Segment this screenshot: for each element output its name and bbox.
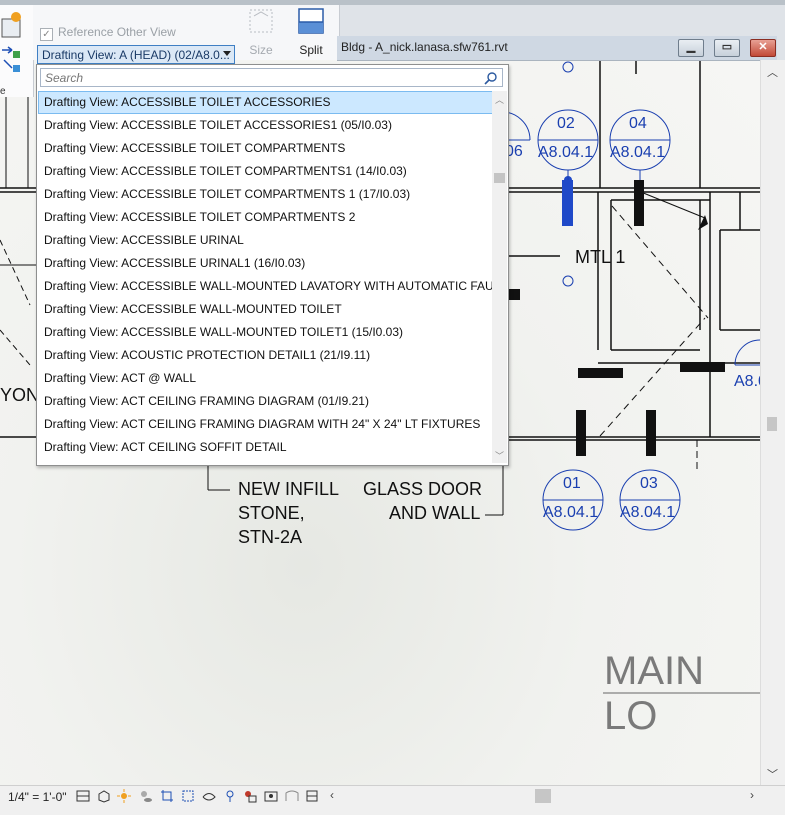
size-icon <box>249 9 273 33</box>
canvas-vertical-scrollbar[interactable]: ︿ ﹀ <box>760 60 785 785</box>
tag-sheet: A8.04.1 <box>620 504 676 521</box>
reference-other-view-label: Reference Other View <box>58 25 176 39</box>
show-crop-region-icon[interactable] <box>181 789 195 803</box>
split-icon <box>298 8 324 34</box>
note-glass-door-line2: AND WALL <box>389 503 481 523</box>
list-item[interactable]: Drafting View: ACCESSIBLE TOILET COMPART… <box>38 137 494 160</box>
view-control-bar: 1/4" = 1'-0" ‹ › <box>0 785 785 815</box>
detail-level-icon[interactable] <box>76 789 90 803</box>
shadows-icon[interactable] <box>139 789 153 803</box>
document-title: Bldg - A_nick.lanasa.sfw761.rvt <box>341 40 508 54</box>
visual-style-icon[interactable] <box>97 789 111 803</box>
list-item[interactable]: Drafting View: ACCESSIBLE URINAL1 (16/I0… <box>38 252 494 275</box>
sun-path-icon[interactable] <box>117 789 131 803</box>
split-button[interactable]: Split <box>288 8 334 58</box>
horizontal-scrollbar-thumb[interactable] <box>535 789 551 803</box>
modify-tools-icon[interactable]: e <box>0 5 33 97</box>
restore-icon: ▭ <box>721 41 733 53</box>
close-button[interactable]: ✕ <box>750 39 776 57</box>
list-item[interactable]: Drafting View: ACT CEILING FRAMING DIAGR… <box>38 390 494 413</box>
canvas-horizontal-scrollbar[interactable]: ‹ › <box>330 788 775 805</box>
note-new-infill-line2: STONE, <box>238 503 305 523</box>
view-list: Drafting View: ACCESSIBLE TOILET ACCESSO… <box>38 91 494 461</box>
split-label: Split <box>299 43 323 57</box>
worksharing-icon[interactable] <box>243 789 257 803</box>
tag-number: 02 <box>557 115 575 132</box>
minimize-icon: ▁ <box>686 41 696 53</box>
temporary-hide-icon[interactable] <box>202 789 216 803</box>
minimize-button[interactable]: ▁ <box>678 39 704 57</box>
list-item[interactable]: Drafting View: ACCESSIBLE URINAL <box>38 229 494 252</box>
close-icon: ✕ <box>758 41 768 53</box>
chevron-down-icon[interactable] <box>223 51 231 56</box>
vertical-scrollbar-thumb[interactable] <box>767 417 777 431</box>
svg-text:e: e <box>0 86 6 97</box>
note-glass-door-line1: GLASS DOOR <box>363 479 483 499</box>
scroll-left-icon[interactable]: ‹ <box>330 788 334 802</box>
material-label: MTL 1 <box>575 247 626 267</box>
size-label: Size <box>249 43 273 57</box>
list-item[interactable]: Drafting View: ACCESSIBLE TOILET COMPART… <box>38 206 494 229</box>
tag-sheet: A8.04.1 <box>543 504 599 521</box>
scroll-up-icon[interactable]: ︿ <box>492 93 507 106</box>
ribbon-left-panel: e <box>0 5 34 97</box>
list-item[interactable]: Drafting View: ACCESSIBLE TOILET ACCESSO… <box>38 114 494 137</box>
tag-sheet: A8.0 <box>734 373 760 390</box>
reference-other-view-checkbox[interactable]: ✓ Reference Other View <box>40 25 176 41</box>
view-select-value: Drafting View: A (HEAD) (02/A8.0... <box>42 48 230 62</box>
scale-selector[interactable]: 1/4" = 1'-0" <box>8 790 67 804</box>
list-item[interactable]: Drafting View: ACT @ WALL <box>38 367 494 390</box>
tag-number: 04 <box>629 115 647 132</box>
list-item[interactable]: Drafting View: ACCESSIBLE TOILET COMPART… <box>38 183 494 206</box>
list-item[interactable]: Drafting View: ACCESSIBLE WALL-MOUNTED L… <box>38 275 494 298</box>
list-item[interactable]: Drafting View: ACT CEILING FRAMING DIAGR… <box>38 413 494 436</box>
size-button[interactable]: Size <box>243 8 279 58</box>
room-name-label: MAIN LO <box>604 649 704 738</box>
design-options-icon[interactable] <box>264 789 278 803</box>
note-new-infill-line3: STN-2A <box>238 527 303 547</box>
scroll-down-icon[interactable]: ﹀ <box>492 449 507 462</box>
analytical-model-icon[interactable] <box>305 789 319 803</box>
search-box[interactable] <box>40 68 503 87</box>
search-input[interactable] <box>41 70 475 86</box>
list-item[interactable]: Drafting View: ACCESSIBLE WALL-MOUNTED T… <box>38 298 494 321</box>
list-item[interactable]: Drafting View: ACT CEILING SOFFIT DETAIL <box>38 436 494 459</box>
scroll-right-icon[interactable]: › <box>750 788 754 802</box>
view-dropdown-list[interactable]: Drafting View: ACCESSIBLE TOILET ACCESSO… <box>36 64 509 466</box>
list-item[interactable]: Drafting View: ACCESSIBLE TOILET COMPART… <box>38 160 494 183</box>
list-scrollbar[interactable]: ︿ ﹀ <box>492 91 507 463</box>
list-scrollbar-thumb[interactable] <box>494 173 505 183</box>
room-fragment-label: YON <box>0 385 40 405</box>
note-new-infill-line1: NEW INFILL <box>238 479 340 499</box>
temporary-view-properties-icon[interactable] <box>285 789 299 803</box>
checkbox-icon[interactable]: ✓ <box>40 28 53 41</box>
list-item[interactable]: Drafting View: ACOUSTIC PROTECTION DETAI… <box>38 344 494 367</box>
tag-number: 03 <box>640 475 658 492</box>
tag-sheet: A8.04.1 <box>538 144 594 161</box>
scroll-up-icon[interactable]: ︿ <box>767 64 778 80</box>
restore-button[interactable]: ▭ <box>714 39 740 57</box>
search-icon[interactable] <box>484 71 498 85</box>
crop-view-icon[interactable] <box>160 789 174 803</box>
tag-number: 01 <box>563 475 581 492</box>
list-item[interactable]: Drafting View: ACCESSIBLE TOILET ACCESSO… <box>38 91 494 114</box>
scroll-down-icon[interactable]: ﹀ <box>767 766 778 782</box>
reveal-hidden-icon[interactable] <box>223 789 237 803</box>
list-item[interactable]: Drafting View: ACCESSIBLE WALL-MOUNTED T… <box>38 321 494 344</box>
tag-sheet: A8.04.1 <box>610 144 666 161</box>
view-select-dropdown[interactable]: Drafting View: A (HEAD) (02/A8.0... <box>37 45 235 64</box>
